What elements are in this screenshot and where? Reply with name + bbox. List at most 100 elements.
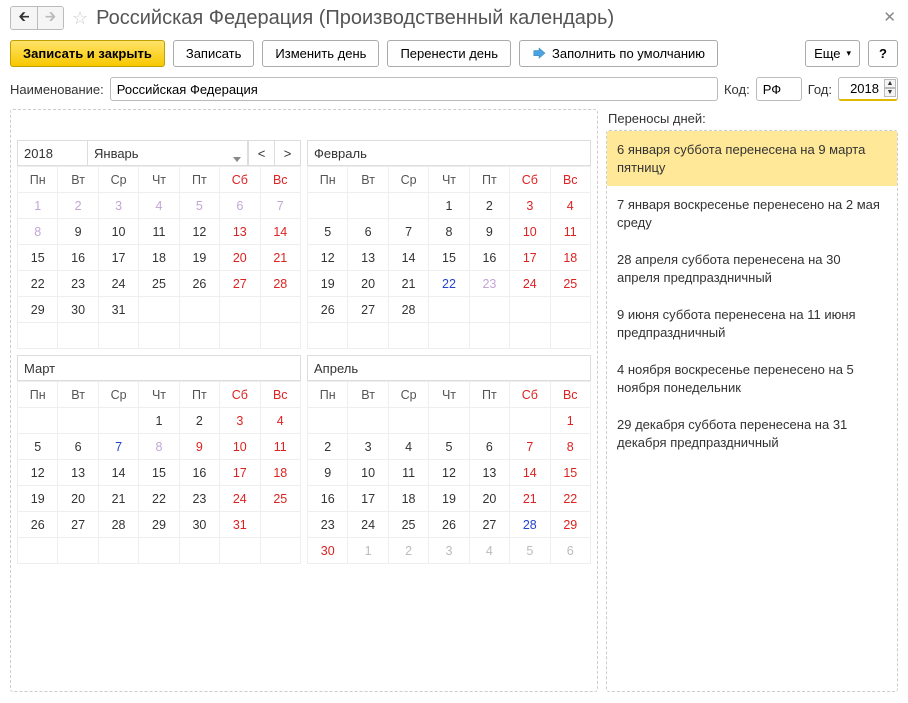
day-cell[interactable]: 19 — [308, 271, 348, 297]
day-cell[interactable]: 8 — [18, 219, 58, 245]
day-cell[interactable]: 20 — [348, 271, 388, 297]
back-button[interactable]: 🡰 — [11, 7, 37, 29]
day-cell[interactable]: 29 — [550, 512, 590, 538]
day-cell[interactable]: 30 — [179, 512, 219, 538]
day-cell[interactable]: 31 — [220, 512, 260, 538]
day-cell[interactable]: 3 — [220, 408, 260, 434]
day-cell[interactable]: 5 — [510, 538, 550, 564]
day-cell[interactable]: 18 — [139, 245, 179, 271]
transfer-item-2[interactable]: 28 апреля суббота перенесена на 30 апрел… — [607, 241, 897, 296]
day-cell[interactable]: 15 — [139, 460, 179, 486]
day-cell[interactable]: 28 — [260, 271, 300, 297]
year-spin-up[interactable]: ▲ — [884, 79, 896, 88]
day-cell[interactable]: 16 — [308, 486, 348, 512]
transfer-item-5[interactable]: 29 декабря суббота перенесена на 31 дека… — [607, 406, 897, 461]
day-cell[interactable]: 26 — [429, 512, 469, 538]
day-cell[interactable]: 15 — [550, 460, 590, 486]
day-cell[interactable]: 7 — [510, 434, 550, 460]
day-cell[interactable]: 30 — [308, 538, 348, 564]
day-cell[interactable]: 15 — [18, 245, 58, 271]
day-cell[interactable]: 30 — [58, 297, 98, 323]
day-cell[interactable]: 21 — [260, 245, 300, 271]
day-cell[interactable]: 24 — [220, 486, 260, 512]
day-cell[interactable]: 28 — [98, 512, 138, 538]
day-cell[interactable]: 20 — [220, 245, 260, 271]
calendar-prev-button[interactable]: < — [248, 141, 274, 165]
day-cell[interactable]: 4 — [550, 193, 590, 219]
day-cell[interactable]: 1 — [550, 408, 590, 434]
day-cell[interactable]: 26 — [308, 297, 348, 323]
day-cell[interactable]: 3 — [348, 434, 388, 460]
more-button[interactable]: Еще ▾ — [805, 40, 860, 67]
year-spin-down[interactable]: ▼ — [884, 88, 896, 97]
day-cell[interactable]: 13 — [469, 460, 509, 486]
day-cell[interactable]: 23 — [308, 512, 348, 538]
day-cell[interactable]: 7 — [260, 193, 300, 219]
forward-button[interactable]: 🡲 — [37, 7, 63, 29]
day-cell[interactable]: 4 — [139, 193, 179, 219]
day-cell[interactable]: 8 — [139, 434, 179, 460]
day-cell[interactable]: 3 — [510, 193, 550, 219]
day-cell[interactable]: 20 — [469, 486, 509, 512]
day-cell[interactable]: 14 — [510, 460, 550, 486]
day-cell[interactable]: 27 — [58, 512, 98, 538]
day-cell[interactable]: 1 — [18, 193, 58, 219]
day-cell[interactable]: 9 — [179, 434, 219, 460]
name-input[interactable] — [110, 77, 718, 101]
help-button[interactable]: ? — [868, 40, 898, 67]
day-cell[interactable]: 6 — [469, 434, 509, 460]
day-cell[interactable]: 16 — [58, 245, 98, 271]
day-cell[interactable]: 12 — [179, 219, 219, 245]
day-cell[interactable]: 8 — [429, 219, 469, 245]
day-cell[interactable]: 21 — [98, 486, 138, 512]
day-cell[interactable]: 24 — [510, 271, 550, 297]
day-cell[interactable]: 16 — [469, 245, 509, 271]
day-cell[interactable]: 18 — [388, 486, 428, 512]
day-cell[interactable]: 11 — [388, 460, 428, 486]
day-cell[interactable]: 8 — [550, 434, 590, 460]
day-cell[interactable]: 1 — [348, 538, 388, 564]
day-cell[interactable]: 12 — [308, 245, 348, 271]
calendar-next-button[interactable]: > — [274, 141, 300, 165]
day-cell[interactable]: 13 — [58, 460, 98, 486]
day-cell[interactable]: 4 — [469, 538, 509, 564]
transfer-item-3[interactable]: 9 июня суббота перенесена на 11 июня пре… — [607, 296, 897, 351]
day-cell[interactable]: 2 — [469, 193, 509, 219]
day-cell[interactable]: 14 — [388, 245, 428, 271]
day-cell[interactable]: 29 — [139, 512, 179, 538]
day-cell[interactable]: 1 — [429, 193, 469, 219]
day-cell[interactable]: 17 — [220, 460, 260, 486]
day-cell[interactable]: 18 — [260, 460, 300, 486]
day-cell[interactable]: 3 — [98, 193, 138, 219]
day-cell[interactable]: 3 — [429, 538, 469, 564]
day-cell[interactable]: 21 — [388, 271, 428, 297]
favorite-star-icon[interactable]: ☆ — [72, 8, 88, 29]
day-cell[interactable]: 2 — [179, 408, 219, 434]
day-cell[interactable]: 24 — [98, 271, 138, 297]
day-cell[interactable]: 13 — [348, 245, 388, 271]
day-cell[interactable]: 17 — [510, 245, 550, 271]
day-cell[interactable]: 25 — [388, 512, 428, 538]
day-cell[interactable]: 21 — [510, 486, 550, 512]
day-cell[interactable]: 10 — [348, 460, 388, 486]
day-cell[interactable]: 22 — [139, 486, 179, 512]
day-cell[interactable]: 5 — [179, 193, 219, 219]
day-cell[interactable]: 17 — [348, 486, 388, 512]
save-button[interactable]: Записать — [173, 40, 255, 67]
day-cell[interactable]: 4 — [388, 434, 428, 460]
day-cell[interactable]: 27 — [220, 271, 260, 297]
day-cell[interactable]: 5 — [18, 434, 58, 460]
day-cell[interactable]: 7 — [98, 434, 138, 460]
day-cell[interactable]: 25 — [550, 271, 590, 297]
month-name-0[interactable]: Январь — [88, 141, 248, 165]
day-cell[interactable]: 17 — [98, 245, 138, 271]
day-cell[interactable]: 24 — [348, 512, 388, 538]
day-cell[interactable]: 31 — [98, 297, 138, 323]
day-cell[interactable]: 25 — [260, 486, 300, 512]
day-cell[interactable]: 13 — [220, 219, 260, 245]
day-cell[interactable]: 22 — [550, 486, 590, 512]
transfer-item-4[interactable]: 4 ноября воскресенье перенесено на 5 ноя… — [607, 351, 897, 406]
day-cell[interactable]: 23 — [58, 271, 98, 297]
day-cell[interactable]: 2 — [388, 538, 428, 564]
day-cell[interactable]: 16 — [179, 460, 219, 486]
